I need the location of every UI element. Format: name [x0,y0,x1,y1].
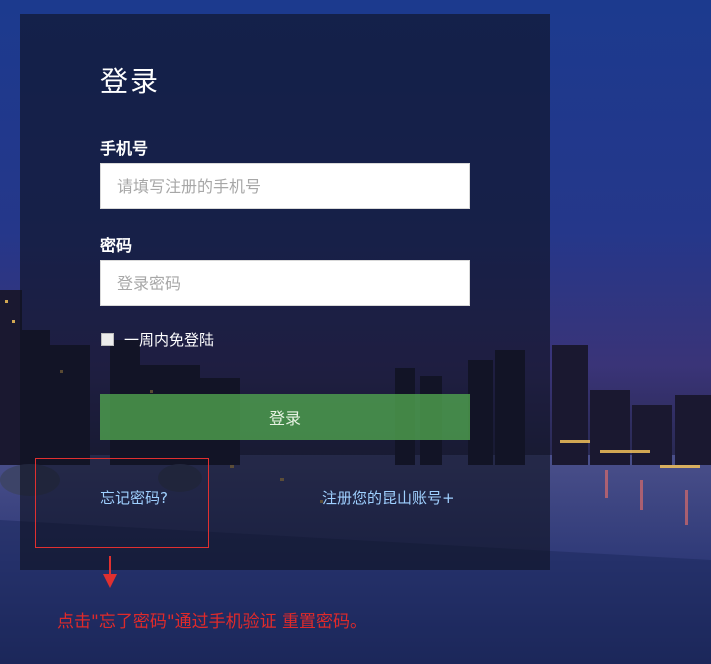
page-title: 登录 [100,65,161,98]
remember-me: 一周内免登陆 [101,329,214,350]
remember-checkbox[interactable] [101,333,114,346]
phone-label: 手机号 [100,139,149,158]
register-link[interactable]: 注册您的昆山账号+ [322,487,455,508]
phone-input[interactable] [100,163,470,209]
login-button[interactable]: 登录 [100,394,470,440]
remember-label: 一周内免登陆 [124,331,215,349]
annotation-highlight-box [35,458,209,548]
password-input[interactable] [100,260,470,306]
annotation-arrow-icon [103,556,117,588]
annotation-text: 点击"忘了密码"通过手机验证 重置密码。 [57,612,368,632]
password-label: 密码 [100,236,133,255]
